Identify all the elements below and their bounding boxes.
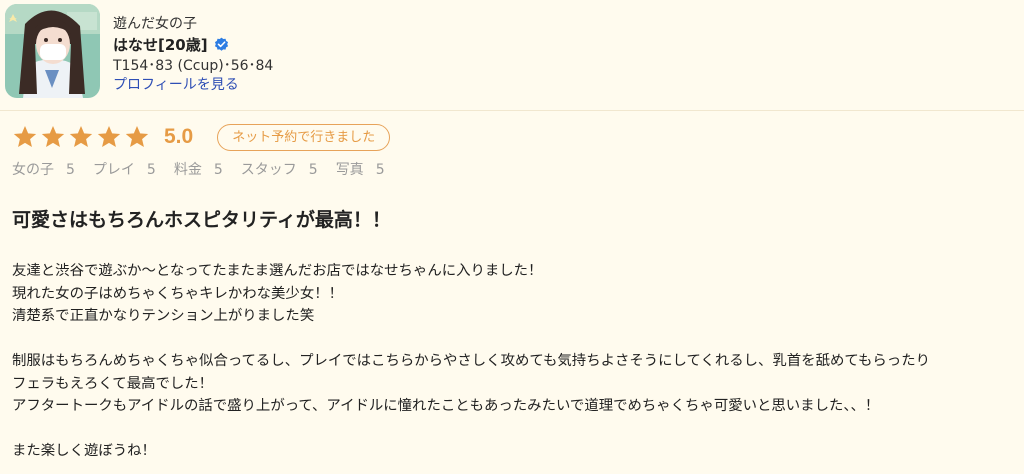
star-icon [97, 125, 121, 147]
sub-score-price: 料金 5 [174, 159, 223, 179]
sub-score-value: 5 [66, 162, 75, 178]
sub-score-label: 写真 [335, 162, 364, 178]
sub-score-girl: 女の子 5 [12, 159, 75, 179]
star-icon [41, 125, 65, 147]
sub-score-value: 5 [375, 162, 385, 178]
booking-method-tag: ネット予約で行きました [217, 123, 391, 151]
verified-badge-icon [214, 37, 229, 52]
girl-avatar[interactable] [5, 4, 100, 98]
review-line: アフタートークもアイドルの話で盛り上がって、アイドルに憧れたこともあったみたいで… [12, 398, 880, 414]
sub-score-label: 女の子 [12, 162, 54, 178]
review-line: 友達と渋谷で遊ぶか〜となってたまたま選んだお店ではなせちゃんに入りました！ [12, 263, 543, 279]
girl-photo-image [5, 4, 100, 98]
view-profile-link[interactable]: プロフィールを見る [113, 74, 239, 94]
sub-score-photo: 写真 5 [336, 159, 385, 179]
star-rating [12, 124, 150, 150]
review-line: 制服はもちろんめちゃくちゃ似合ってるし、プレイではこちらからやさしく攻めても気持… [12, 353, 930, 369]
sub-score-label: 料金 [173, 162, 202, 178]
sub-scores: 女の子 5 プレイ 5 料金 5 スタッフ 5 写真 5 [12, 159, 385, 179]
star-icon [13, 125, 37, 147]
sub-score-value: 5 [213, 162, 223, 178]
review-title: 可愛さはもちろんホスピタリティが最高！！ [12, 209, 391, 231]
girl-name-row: はなせ[20歳] [113, 34, 229, 54]
review-line: 現れた女の子はめちゃくちゃキレかわな美少女！！ [12, 285, 343, 302]
played-girl-caption: 遊んだ女の子 [113, 16, 197, 32]
sub-score-value: 5 [146, 162, 156, 178]
star-icon [69, 125, 93, 147]
sub-score-play: プレイ 5 [93, 159, 156, 179]
rating-score: 5.0 [164, 125, 194, 148]
reviewed-girl-header: 遊んだ女の子 はなせ[20歳] T154･83 (Ccup)･56･84 プロフ… [0, 0, 1024, 111]
rating-row: 5.0 ネット予約で行きました [12, 122, 391, 152]
star-icon [125, 125, 149, 147]
review-line: また楽しく遊ぼうね！ [12, 443, 156, 459]
sub-score-label: プレイ [92, 162, 135, 178]
review-body: 友達と渋谷で遊ぶか〜となってたまたま選んだお店ではなせちゃんに入りました！ 現れ… [12, 260, 1020, 463]
sub-score-staff: スタッフ 5 [241, 159, 318, 179]
review-line: 清楚系で正直かなりテンション上がりました笑 [12, 308, 315, 324]
sub-score-label: スタッフ [240, 162, 297, 178]
sub-score-value: 5 [308, 162, 318, 178]
girl-name[interactable]: はなせ[20歳] [113, 34, 208, 55]
review-line: フェラもえろくて最高でした！ [12, 375, 214, 392]
girl-body-stats: T154･83 (Ccup)･56･84 [113, 58, 274, 74]
